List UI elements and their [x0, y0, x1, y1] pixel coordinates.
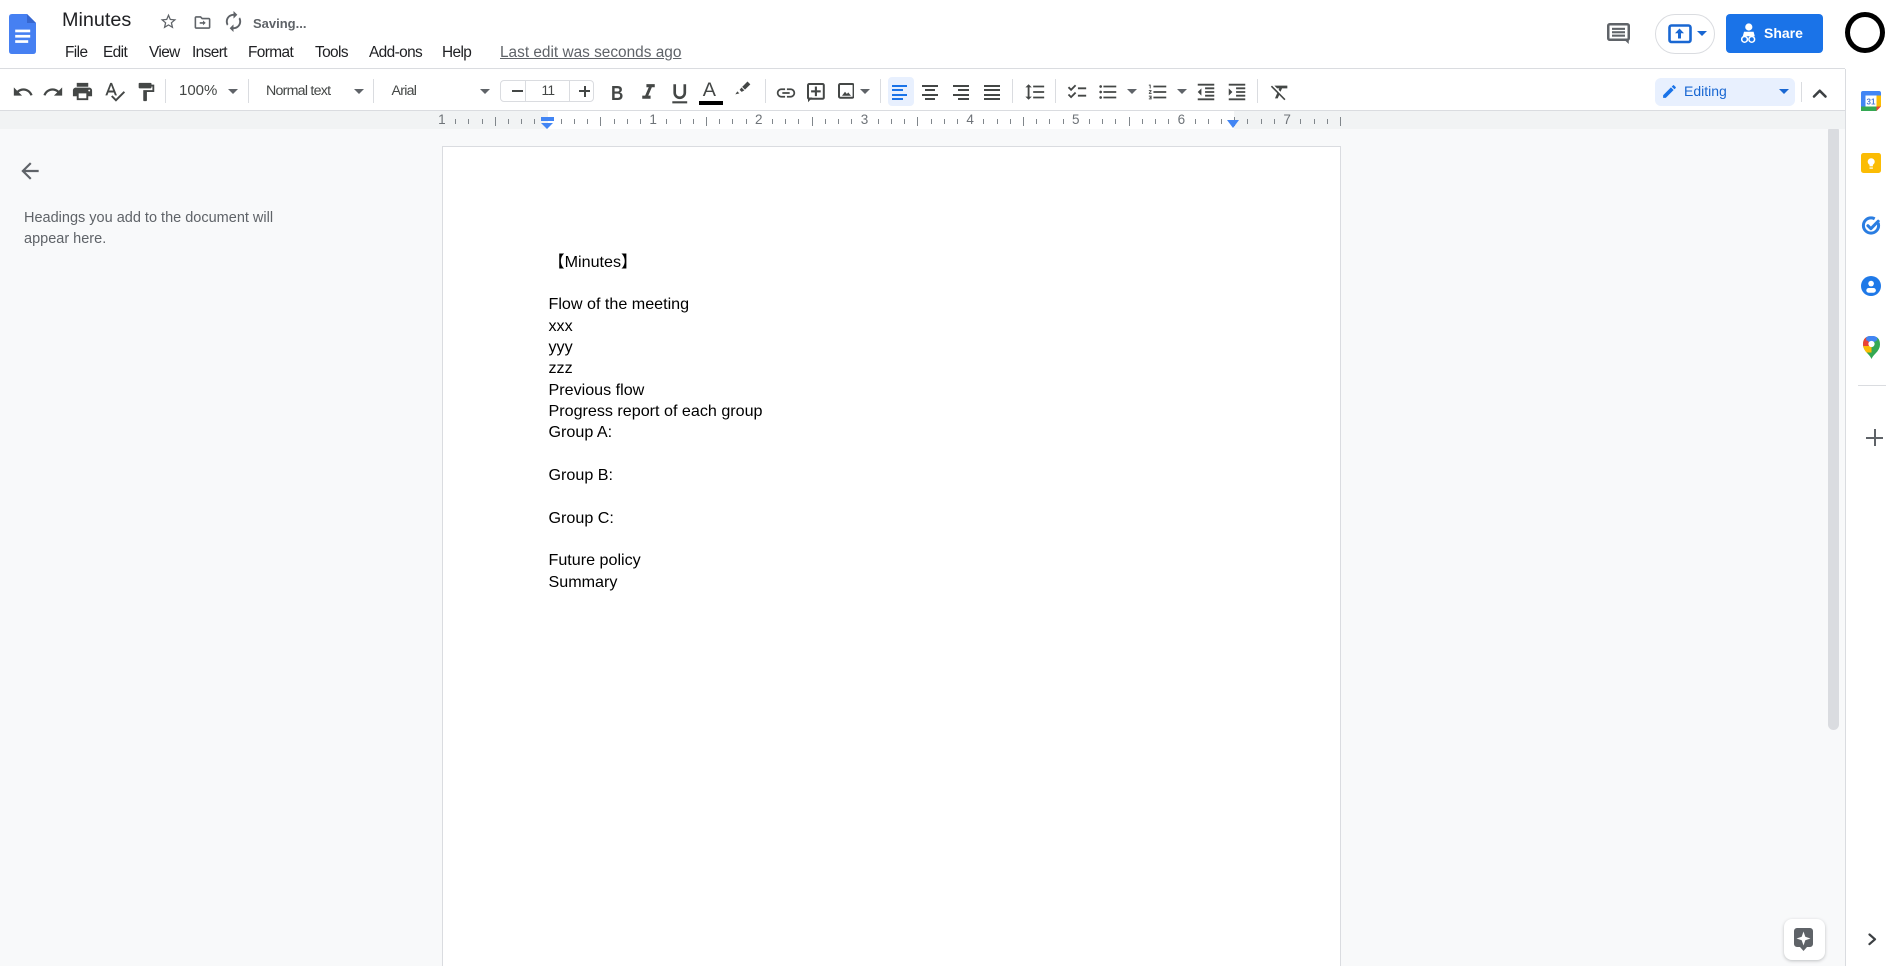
svg-text:B: B: [611, 85, 623, 103]
svg-text:31: 31: [1867, 97, 1876, 106]
